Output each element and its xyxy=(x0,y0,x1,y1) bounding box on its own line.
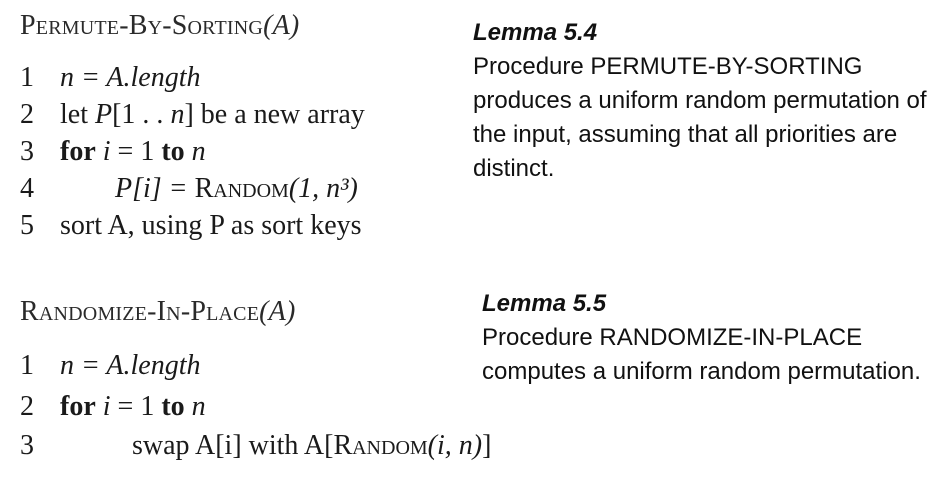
code-line-1: 1n = A.length xyxy=(20,350,201,381)
lemma-5-5: Lemma 5.5 Procedure RANDOMIZE-IN-PLACE c… xyxy=(482,287,927,389)
algorithm-title: Randomize-In-Place(A) xyxy=(20,296,296,327)
code-line-1: 1n = A.length xyxy=(20,62,201,93)
code-line-4: 4 P[i] = Random(1, n³) xyxy=(20,173,358,204)
code-line-3: 3 swap A[i] with A[Random(i, n)] xyxy=(20,430,492,461)
lemma-title: Lemma 5.5 xyxy=(482,290,607,317)
lemma-5-4: Lemma 5.4 Procedure PERMUTE-BY-SORTING p… xyxy=(473,16,928,186)
code-line-2: 2 for i = 1 to n xyxy=(20,391,206,422)
code-line-2: 2 let P[1 . . n] be a new array xyxy=(20,99,365,130)
lemma-title: Lemma 5.4 xyxy=(473,19,598,46)
lemma-text: Procedure RANDOMIZE-IN-PLACE computes a … xyxy=(482,324,921,385)
code-line-5: 5 sort A, using P as sort keys xyxy=(20,210,362,241)
algorithm-title: Permute-By-Sorting(A) xyxy=(20,10,300,41)
lemma-text: Procedure PERMUTE-BY-SORTING produces a … xyxy=(473,53,927,182)
code-line-3: 3 for i = 1 to n xyxy=(20,136,206,167)
